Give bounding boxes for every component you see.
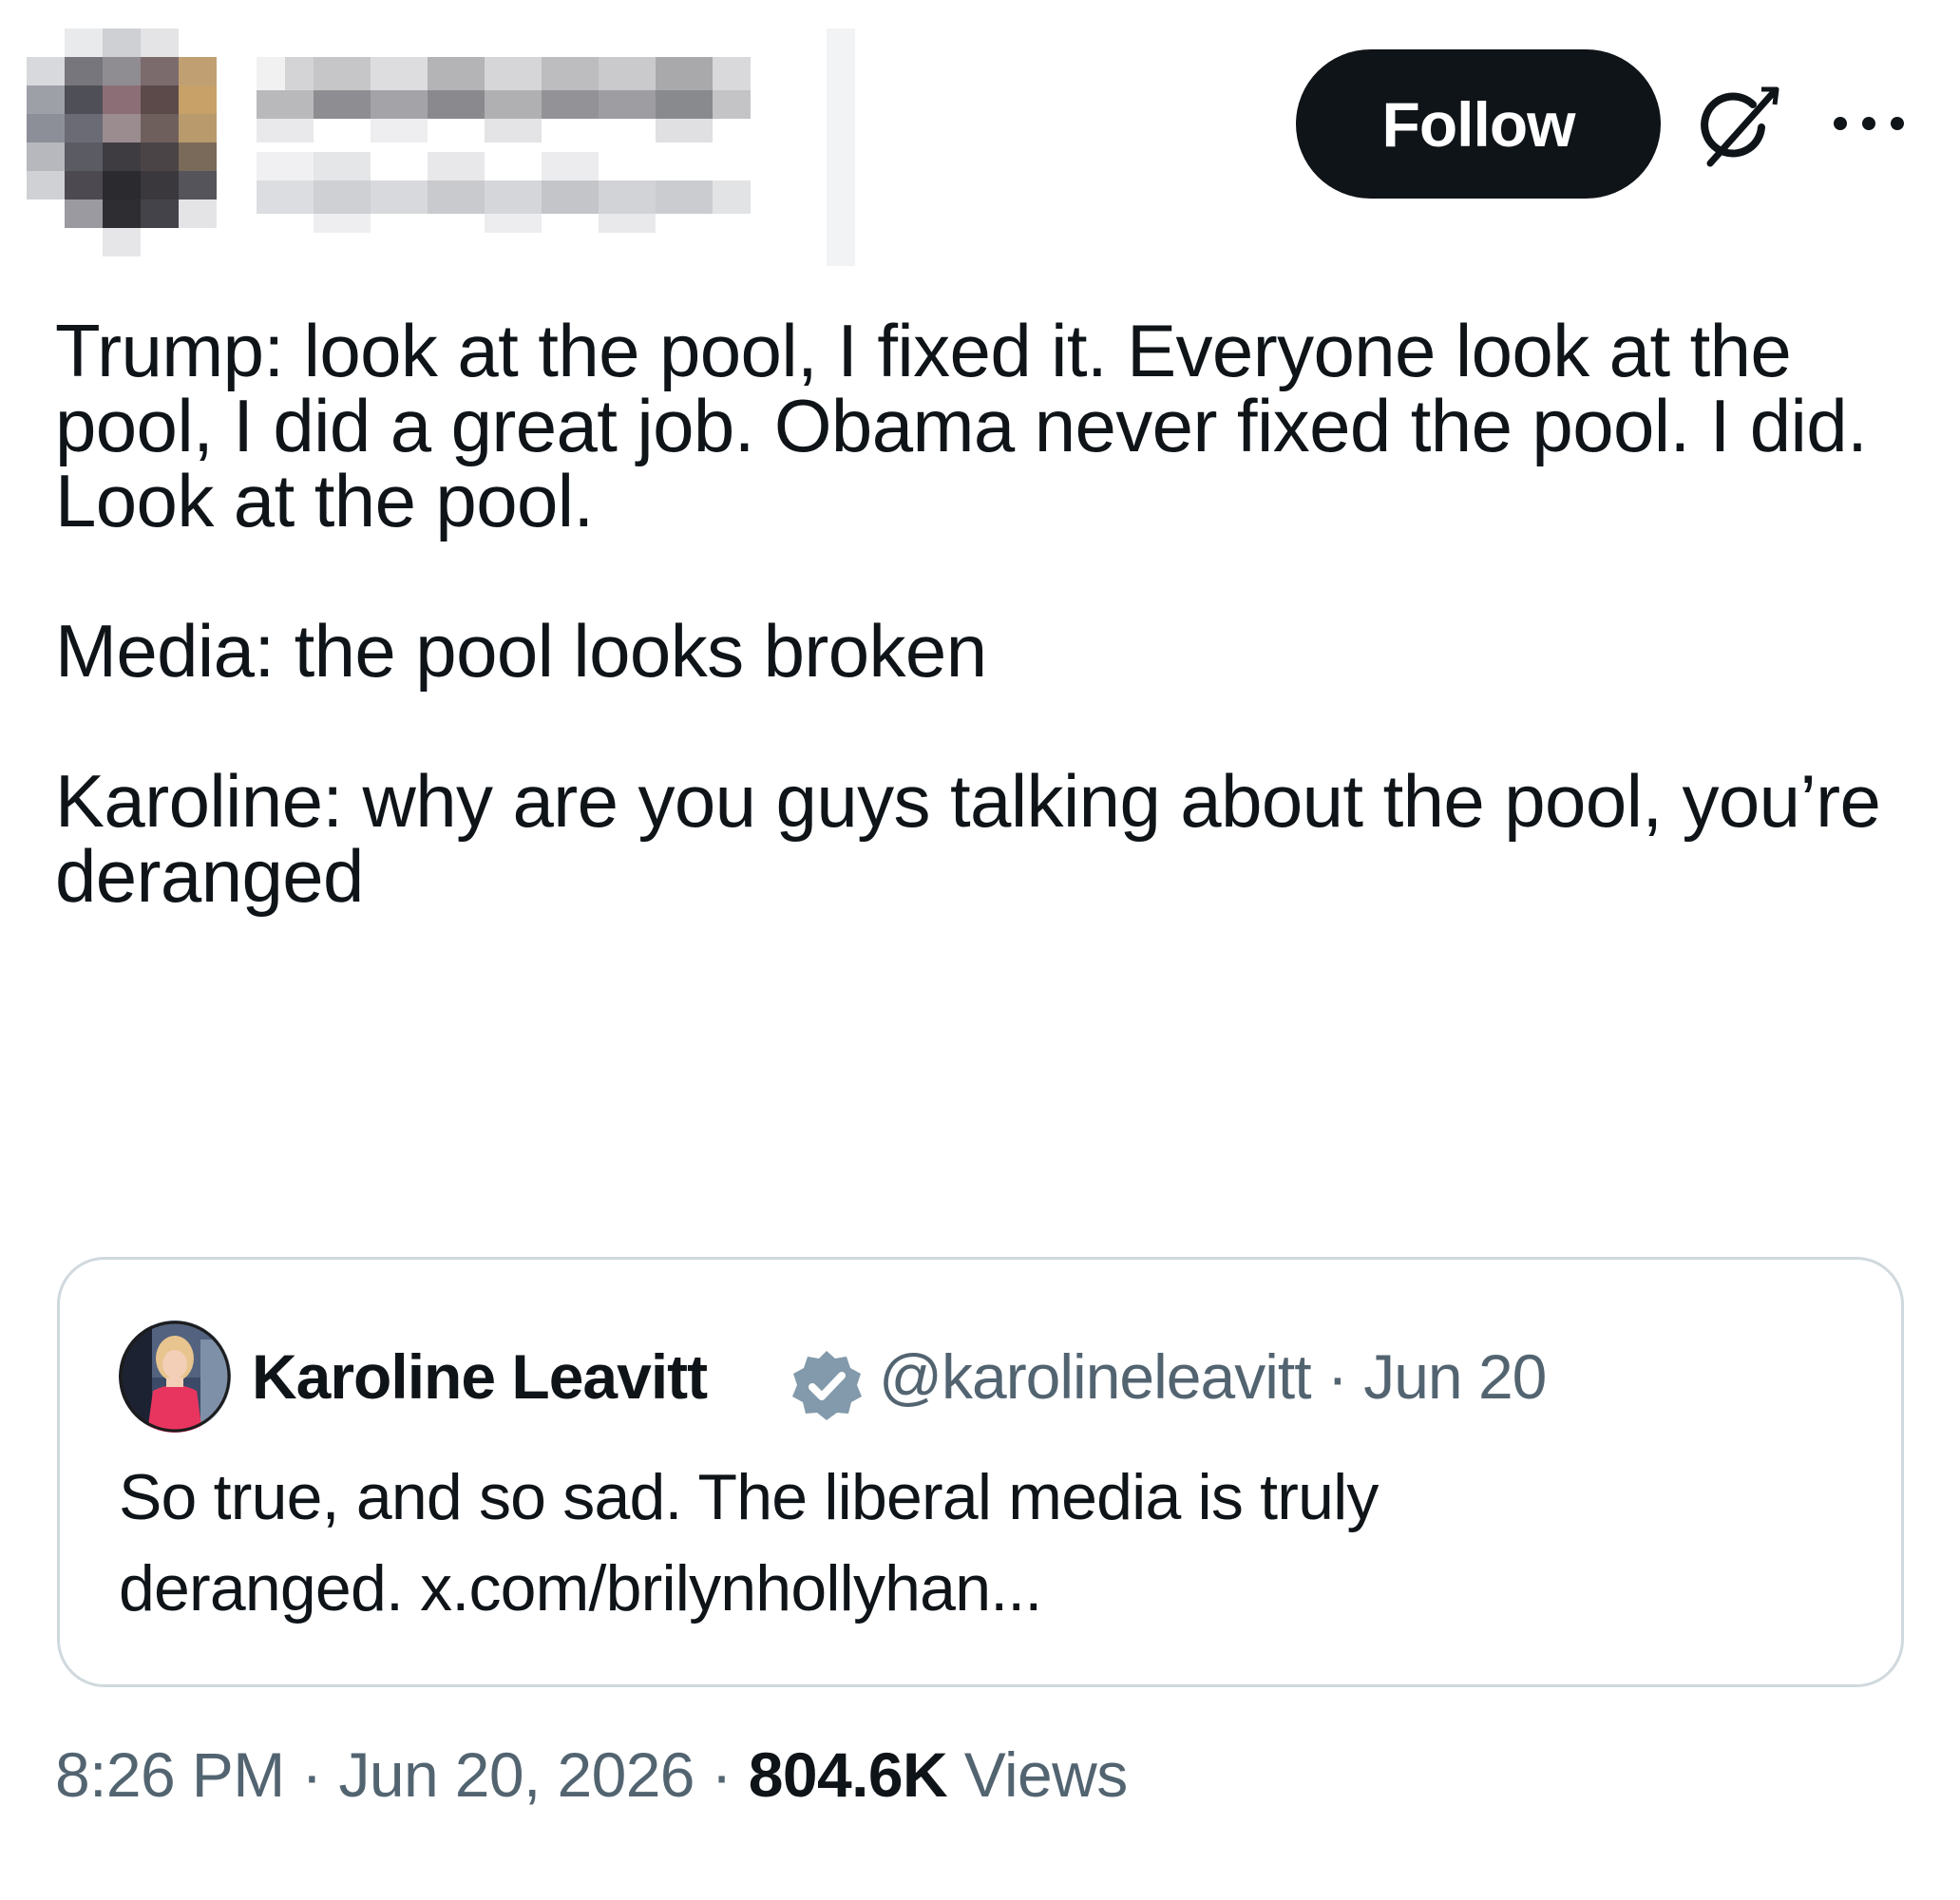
quoted-tweet-card[interactable]: Karoline Leavitt @karolineleavitt · Jun … [57, 1257, 1904, 1687]
pixelated-name[interactable] [257, 38, 770, 247]
tweet-paragraph: Karoline: why are you guys talking about… [55, 759, 1881, 918]
verified-badge-icon[interactable] [788, 1347, 866, 1425]
footer-separator: · [284, 1739, 339, 1810]
quote-author-avatar[interactable] [119, 1320, 231, 1433]
quote-handle[interactable]: @karolineleavitt [879, 1341, 1312, 1412]
tweet-time[interactable]: 8:26 PM [55, 1739, 285, 1810]
pixelated-avatar[interactable] [27, 28, 236, 266]
quote-author-name[interactable]: Karoline Leavitt [252, 1340, 708, 1413]
more-icon[interactable] [1826, 109, 1912, 138]
quote-text-line: So true, and so sad. The liberal media i… [119, 1461, 1379, 1533]
tweet-header: Follow [0, 0, 1960, 276]
tweet-paragraph: Media: the pool looks broken [55, 609, 987, 693]
grok-icon[interactable] [1693, 82, 1784, 173]
meta-separator: · [1310, 1341, 1364, 1412]
views-label[interactable]: Views [964, 1739, 1128, 1810]
follow-button[interactable]: Follow [1296, 49, 1661, 199]
tweet-text: Trump: look at the pool, I fixed it. Eve… [55, 314, 1917, 914]
quote-meta: @karolineleavitt · Jun 20 [879, 1340, 1547, 1413]
pixelation-edge-divider [827, 28, 855, 266]
quote-text: So true, and so sad. The liberal media i… [119, 1452, 1867, 1634]
tweet-footer: 8:26 PM · Jun 20, 2026 · 804.6K Views [55, 1737, 1128, 1813]
views-count[interactable]: 804.6K [749, 1739, 948, 1810]
tweet-date[interactable]: Jun 20, 2026 [338, 1739, 695, 1810]
tweet-paragraph: Trump: look at the pool, I fixed it. Eve… [55, 309, 1868, 542]
footer-separator: · [694, 1739, 749, 1810]
quote-text-line: deranged. x.com/brilynhollyhan... [119, 1552, 1042, 1624]
quote-date[interactable]: Jun 20 [1363, 1341, 1547, 1412]
